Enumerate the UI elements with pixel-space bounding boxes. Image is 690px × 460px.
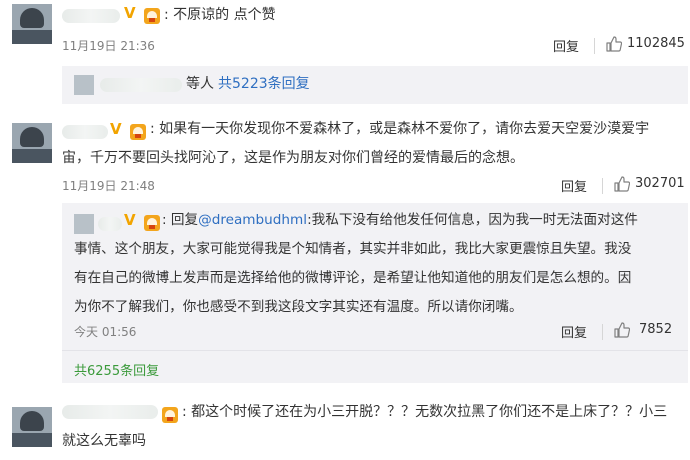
comment-text-line2: 宙，千万不要回头找阿沁了，这是作为朋友对你们曾经的爱情最后的念想。 (62, 150, 524, 166)
username-blurred[interactable] (62, 125, 108, 139)
divider-line (62, 350, 688, 351)
like-count: 1102845 (627, 36, 685, 51)
reply-prefix: : 回复 (162, 212, 199, 228)
divider (602, 178, 603, 194)
replier-name-blurred[interactable] (98, 217, 122, 231)
user-avatar[interactable] (12, 123, 52, 163)
replier-avatar[interactable] (74, 214, 94, 234)
nested-reply-line1: : 回复@dreambudhml:我私下没有给他发任何信息，因为我一时无法面对这… (162, 206, 638, 235)
vip-v-icon: V (124, 4, 136, 22)
like-count: 302701 (635, 176, 685, 191)
comment-text-line2: 就这么无辜吗 (62, 433, 146, 449)
reply-button[interactable]: 回复 (561, 322, 587, 341)
comment-text-line1: : 如果有一天你发现你不爱森林了，或是森林不爱你了，请你去爱天空爱沙漠爱宇 (150, 121, 650, 137)
comment-time: 11月19日 21:36 (62, 39, 155, 53)
mention-link[interactable]: @dreambudhml (198, 212, 307, 228)
like-count: 7852 (639, 322, 673, 337)
thumbs-up-icon[interactable] (606, 36, 622, 52)
thumbs-up-icon[interactable] (614, 322, 630, 338)
replier-avatar[interactable] (74, 75, 94, 95)
vip-v-icon: V (124, 211, 136, 229)
reply-button[interactable]: 回复 (561, 176, 587, 195)
nested-reply-line3: 有在自己的微博上发声而是选择给他的微博评论，是希望让他知道他的朋友们是怎么想的。… (74, 270, 632, 286)
comment-text-line1: : 都这个时候了还在为小三开脱？？？无数次拉黑了你们还不是上床了？？小三 (182, 404, 668, 420)
club-badge-icon (144, 8, 160, 24)
club-badge-icon (130, 124, 146, 140)
club-badge-icon (144, 215, 160, 231)
reply-button[interactable]: 回复 (553, 36, 579, 55)
username-blurred[interactable] (62, 9, 120, 23)
user-avatar[interactable] (12, 4, 52, 44)
thumbs-up-icon[interactable] (614, 176, 630, 192)
user-avatar[interactable] (12, 407, 52, 447)
vip-v-icon: V (110, 120, 122, 138)
divider (594, 38, 595, 54)
username-blurred[interactable] (62, 405, 158, 419)
nested-reply-line4: 为你不了解我们，你也感受不到我这段文字其实还有温度。所以请你闭嘴。 (74, 299, 523, 315)
thread-preview-prefix: 等人 (186, 76, 214, 92)
comment-text: : 不原谅的 点个赞 (164, 7, 276, 23)
view-replies-link[interactable]: 共5223条回复 (218, 70, 310, 99)
comment-time: 11月19日 21:48 (62, 179, 155, 193)
replier-name-blurred[interactable] (100, 78, 182, 92)
nested-reply-line2: 事情、这个朋友，大家可能觉得我是个知情者，其实并非如此，我比大家更震惊且失望。我… (74, 241, 632, 257)
reply-line1-rest: :我私下没有给他发任何信息，因为我一时无法面对这件 (307, 212, 638, 228)
view-replies-link[interactable]: 共6255条回复 (74, 360, 159, 379)
divider (602, 324, 603, 340)
club-badge-icon (162, 407, 178, 423)
nested-reply-time: 今天 01:56 (74, 325, 137, 339)
